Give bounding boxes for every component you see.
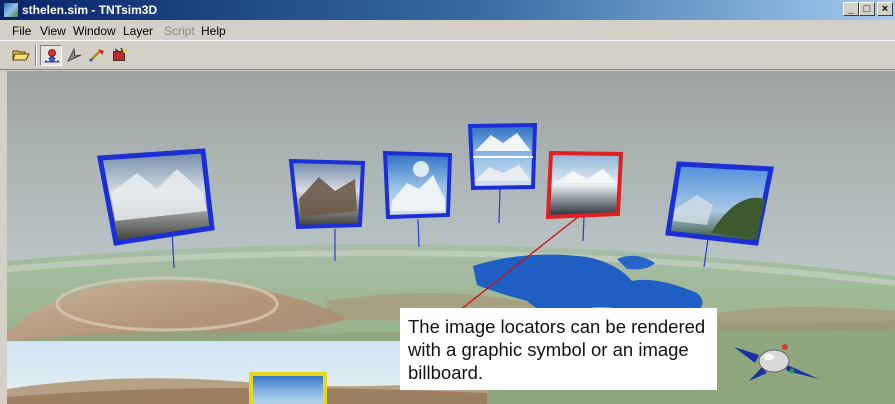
billboard-sky-view[interactable] [249,372,327,404]
minimize-button[interactable]: _ [843,2,859,16]
close-button[interactable]: × [877,2,893,16]
compass-highlight [764,354,774,360]
menu-help[interactable]: Help [201,24,226,38]
compass-sphere [758,349,790,373]
menu-layer[interactable]: Layer [123,24,153,38]
menu-view[interactable]: View [40,24,66,38]
measure-tool-button[interactable] [86,45,108,66]
menu-window[interactable]: Window [73,24,116,38]
render-movie-icon [113,47,127,61]
tntsim3d-window: sthelen.sim - TNTsim3D _ □ × File View W… [0,0,895,404]
measure-tool-icon [89,49,104,62]
tool-arrow-icon [67,47,82,62]
select-tool-button[interactable] [63,45,85,66]
navigate-view-icon [43,49,61,63]
caption-text: The image locators can be rendered with … [408,316,706,383]
menu-file[interactable]: File [12,24,31,38]
maximize-button[interactable]: □ [859,2,875,16]
open-button[interactable] [10,45,32,66]
compass-marker-green [789,368,795,374]
window-title: sthelen.sim - TNTsim3D [22,3,158,17]
compass-north-marker [782,344,788,350]
app-icon[interactable] [3,2,19,18]
billboard-frame [249,372,327,404]
toolbar [0,40,895,70]
menu-script[interactable]: Script [164,24,195,38]
title-bar[interactable]: sthelen.sim - TNTsim3D _ □ × [0,0,895,20]
toolbar-separator [35,45,37,66]
window-controls: _ □ × [843,2,893,16]
navigate-button[interactable] [40,45,62,66]
caption-callout: The image locators can be rendered with … [400,308,717,390]
billboard-frame [545,150,624,220]
open-folder-icon [12,50,30,61]
menu-bar: File View Window Layer Script Help [0,20,895,40]
photo-plume [413,161,429,177]
render-button[interactable] [109,45,131,66]
